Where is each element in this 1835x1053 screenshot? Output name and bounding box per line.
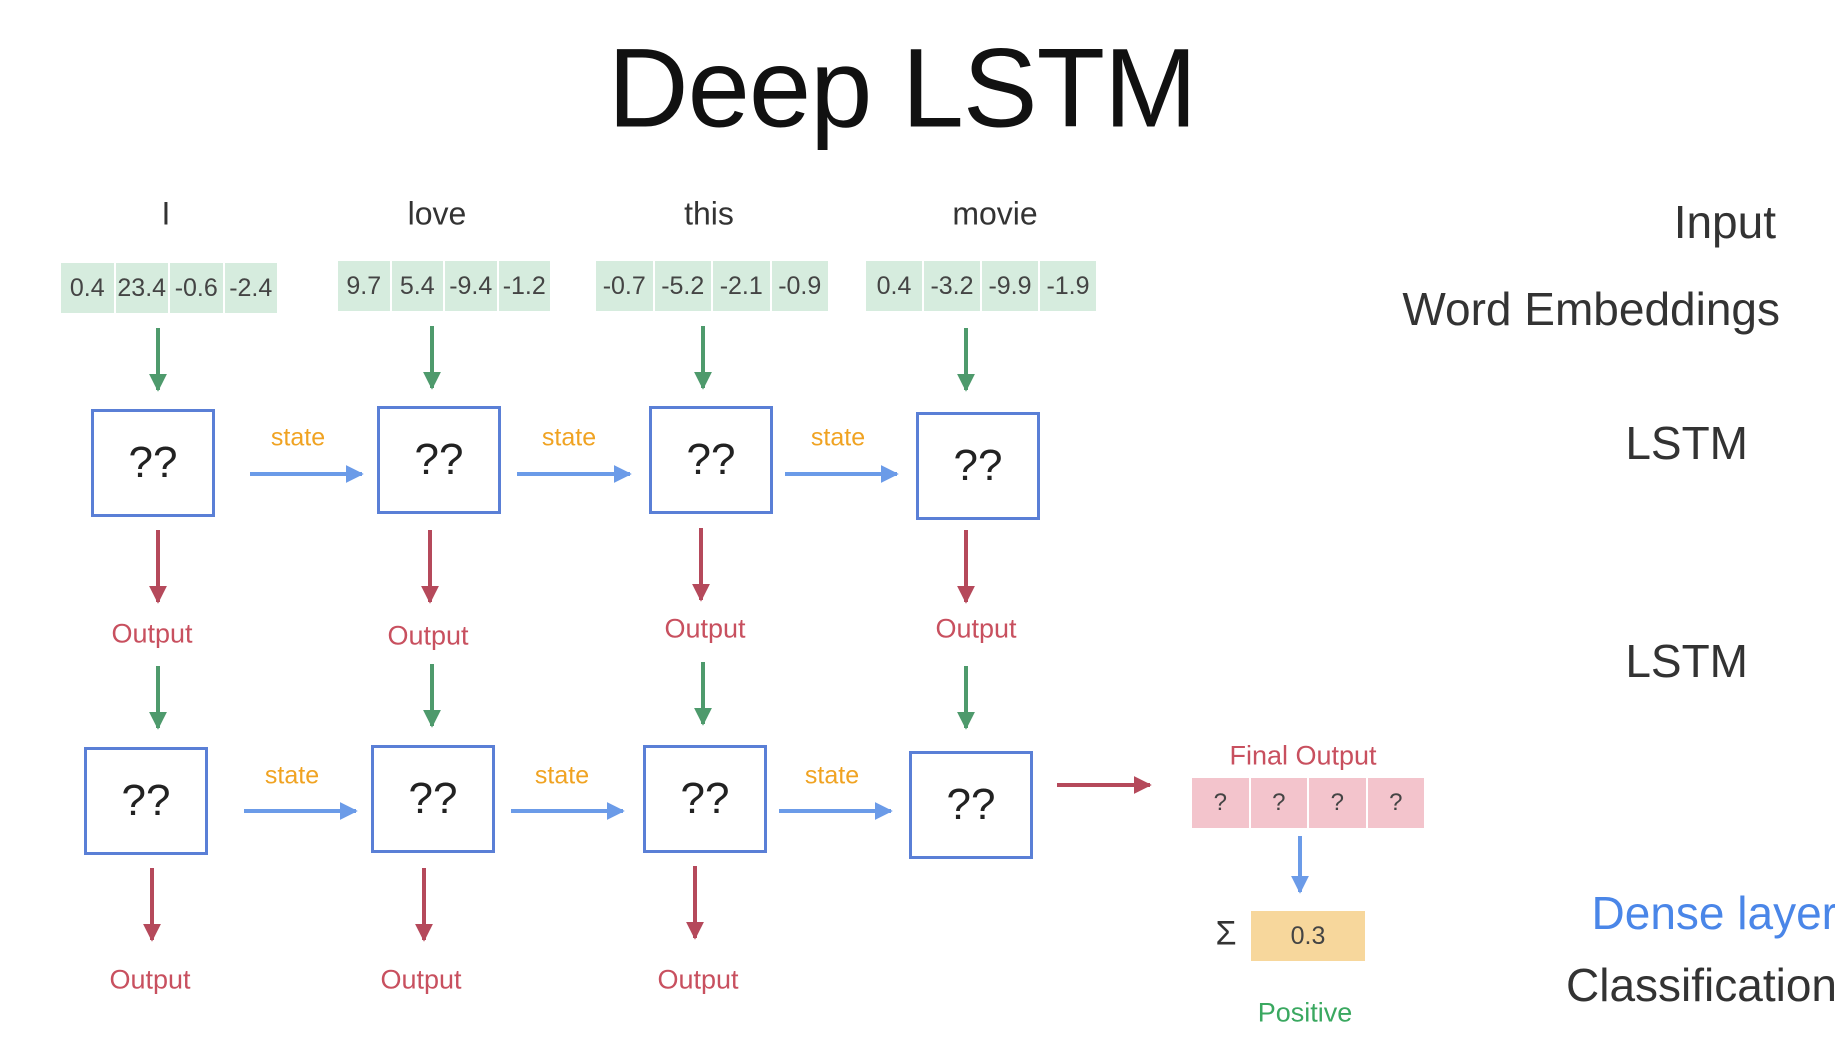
lstm-cell: ?? — [909, 751, 1033, 859]
embedding-value: -2.4 — [229, 273, 273, 302]
lstm-cell: ?? — [91, 409, 215, 517]
lstm-cell: ?? — [916, 412, 1040, 520]
embedding-value: -1.9 — [1046, 271, 1090, 300]
side-label-embeddings: Word Embeddings — [1402, 283, 1780, 335]
final-output-value: ? — [1309, 778, 1368, 828]
state-label: state — [534, 761, 590, 790]
embedding-value: -9.9 — [982, 261, 1040, 311]
input-word: love — [407, 195, 467, 232]
state-label: state — [270, 423, 326, 452]
embedding-vector: 9.7 5.4 -9.4 -1.2 — [338, 261, 550, 311]
lstm-cell: ?? — [377, 406, 501, 514]
embedding-value: 5.4 — [392, 261, 445, 311]
lstm-cell: ?? — [643, 745, 767, 853]
output-label: Output — [109, 964, 191, 995]
side-label-input: Input — [1673, 196, 1776, 248]
final-output-value: ? — [1192, 778, 1251, 828]
state-label: state — [541, 423, 597, 452]
embedding-value: 0.4 — [61, 263, 116, 313]
output-label: Output — [387, 620, 469, 651]
lstm-cell: ?? — [371, 745, 495, 853]
final-output-value: ? — [1389, 789, 1403, 816]
state-label: state — [804, 761, 860, 790]
output-label: Output — [664, 613, 746, 644]
input-word: I — [161, 195, 171, 232]
slide: Deep LSTM I love this movie 0.4 23.4 -0.… — [0, 0, 1835, 1053]
input-word: this — [684, 195, 734, 232]
lstm-cell: ?? — [649, 406, 773, 514]
embedding-vector: -0.7 -5.2 -2.1 -0.9 — [596, 261, 828, 311]
embedding-value: -5.2 — [655, 261, 713, 311]
side-label-dense: Dense layer — [1591, 887, 1835, 939]
sigma-symbol: Σ — [1215, 914, 1237, 953]
side-label-lstm-2: LSTM — [1625, 635, 1748, 687]
output-label: Output — [935, 613, 1017, 644]
arrow-layer — [143, 326, 1309, 942]
embedding-value: -0.7 — [596, 261, 655, 311]
embedding-value: -0.6 — [170, 263, 225, 313]
embedding-value: -1.2 — [502, 271, 546, 300]
final-output-vector: ? ? ? ? — [1192, 778, 1424, 828]
lstm-cell: ?? — [84, 747, 208, 855]
prediction-label: Positive — [1257, 997, 1353, 1028]
side-label-classification: Classification — [1566, 959, 1835, 1011]
score-box: 0.3 — [1251, 911, 1365, 961]
embedding-value: -3.2 — [924, 261, 982, 311]
final-output-label: Final Output — [1229, 740, 1377, 771]
state-label: state — [264, 761, 320, 790]
input-word: movie — [952, 195, 1038, 232]
embedding-value: -0.9 — [778, 271, 822, 300]
slide-title: Deep LSTM — [607, 25, 1198, 151]
output-label: Output — [657, 964, 739, 995]
embedding-value: 23.4 — [116, 263, 170, 313]
output-label: Output — [111, 618, 193, 649]
embedding-vector: 0.4 -3.2 -9.9 -1.9 — [866, 261, 1096, 311]
embedding-value: -9.4 — [445, 261, 499, 311]
final-output-value: ? — [1251, 778, 1309, 828]
state-label: state — [810, 423, 866, 452]
embedding-value: -2.1 — [713, 261, 772, 311]
output-label: Output — [380, 964, 462, 995]
embedding-value: 9.7 — [338, 261, 392, 311]
embedding-vector: 0.4 23.4 -0.6 -2.4 — [61, 263, 277, 313]
side-label-lstm-1: LSTM — [1625, 417, 1748, 469]
embedding-value: 0.4 — [866, 261, 924, 311]
